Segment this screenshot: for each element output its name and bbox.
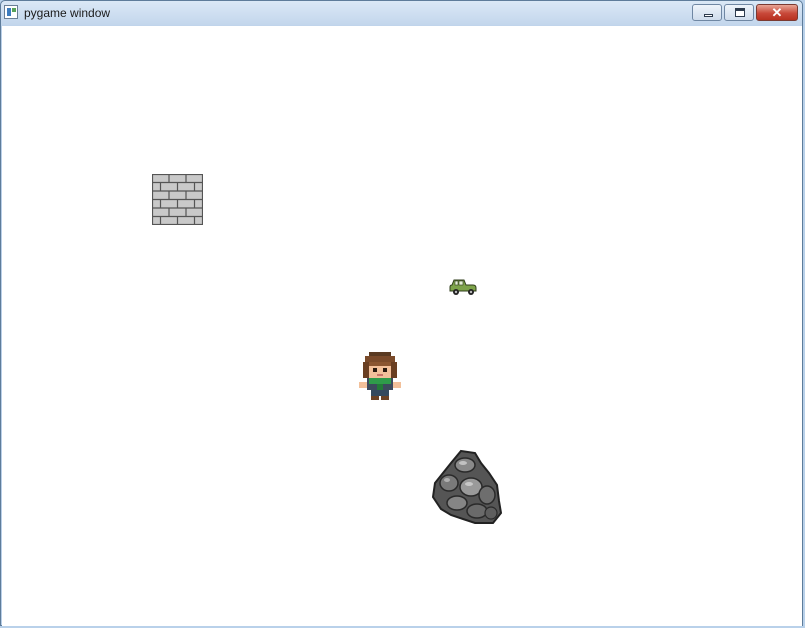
- game-canvas[interactable]: [2, 26, 802, 626]
- minimize-button[interactable]: [692, 4, 722, 21]
- car-sprite: [449, 279, 477, 295]
- window-controls: ✕: [690, 4, 798, 22]
- player-character-sprite: [359, 352, 401, 400]
- maximize-button[interactable]: [724, 4, 754, 21]
- rock-sprite: [431, 449, 503, 524]
- title-bar[interactable]: pygame window ✕: [1, 1, 802, 26]
- app-window: pygame window ✕: [0, 0, 803, 626]
- close-icon: ✕: [771, 5, 783, 20]
- window-title: pygame window: [24, 6, 111, 20]
- maximize-icon: [735, 8, 745, 17]
- pygame-app-icon[interactable]: [4, 5, 18, 19]
- brick-wall-sprite: [152, 174, 203, 225]
- close-button[interactable]: ✕: [756, 4, 798, 21]
- minimize-icon: [704, 14, 713, 17]
